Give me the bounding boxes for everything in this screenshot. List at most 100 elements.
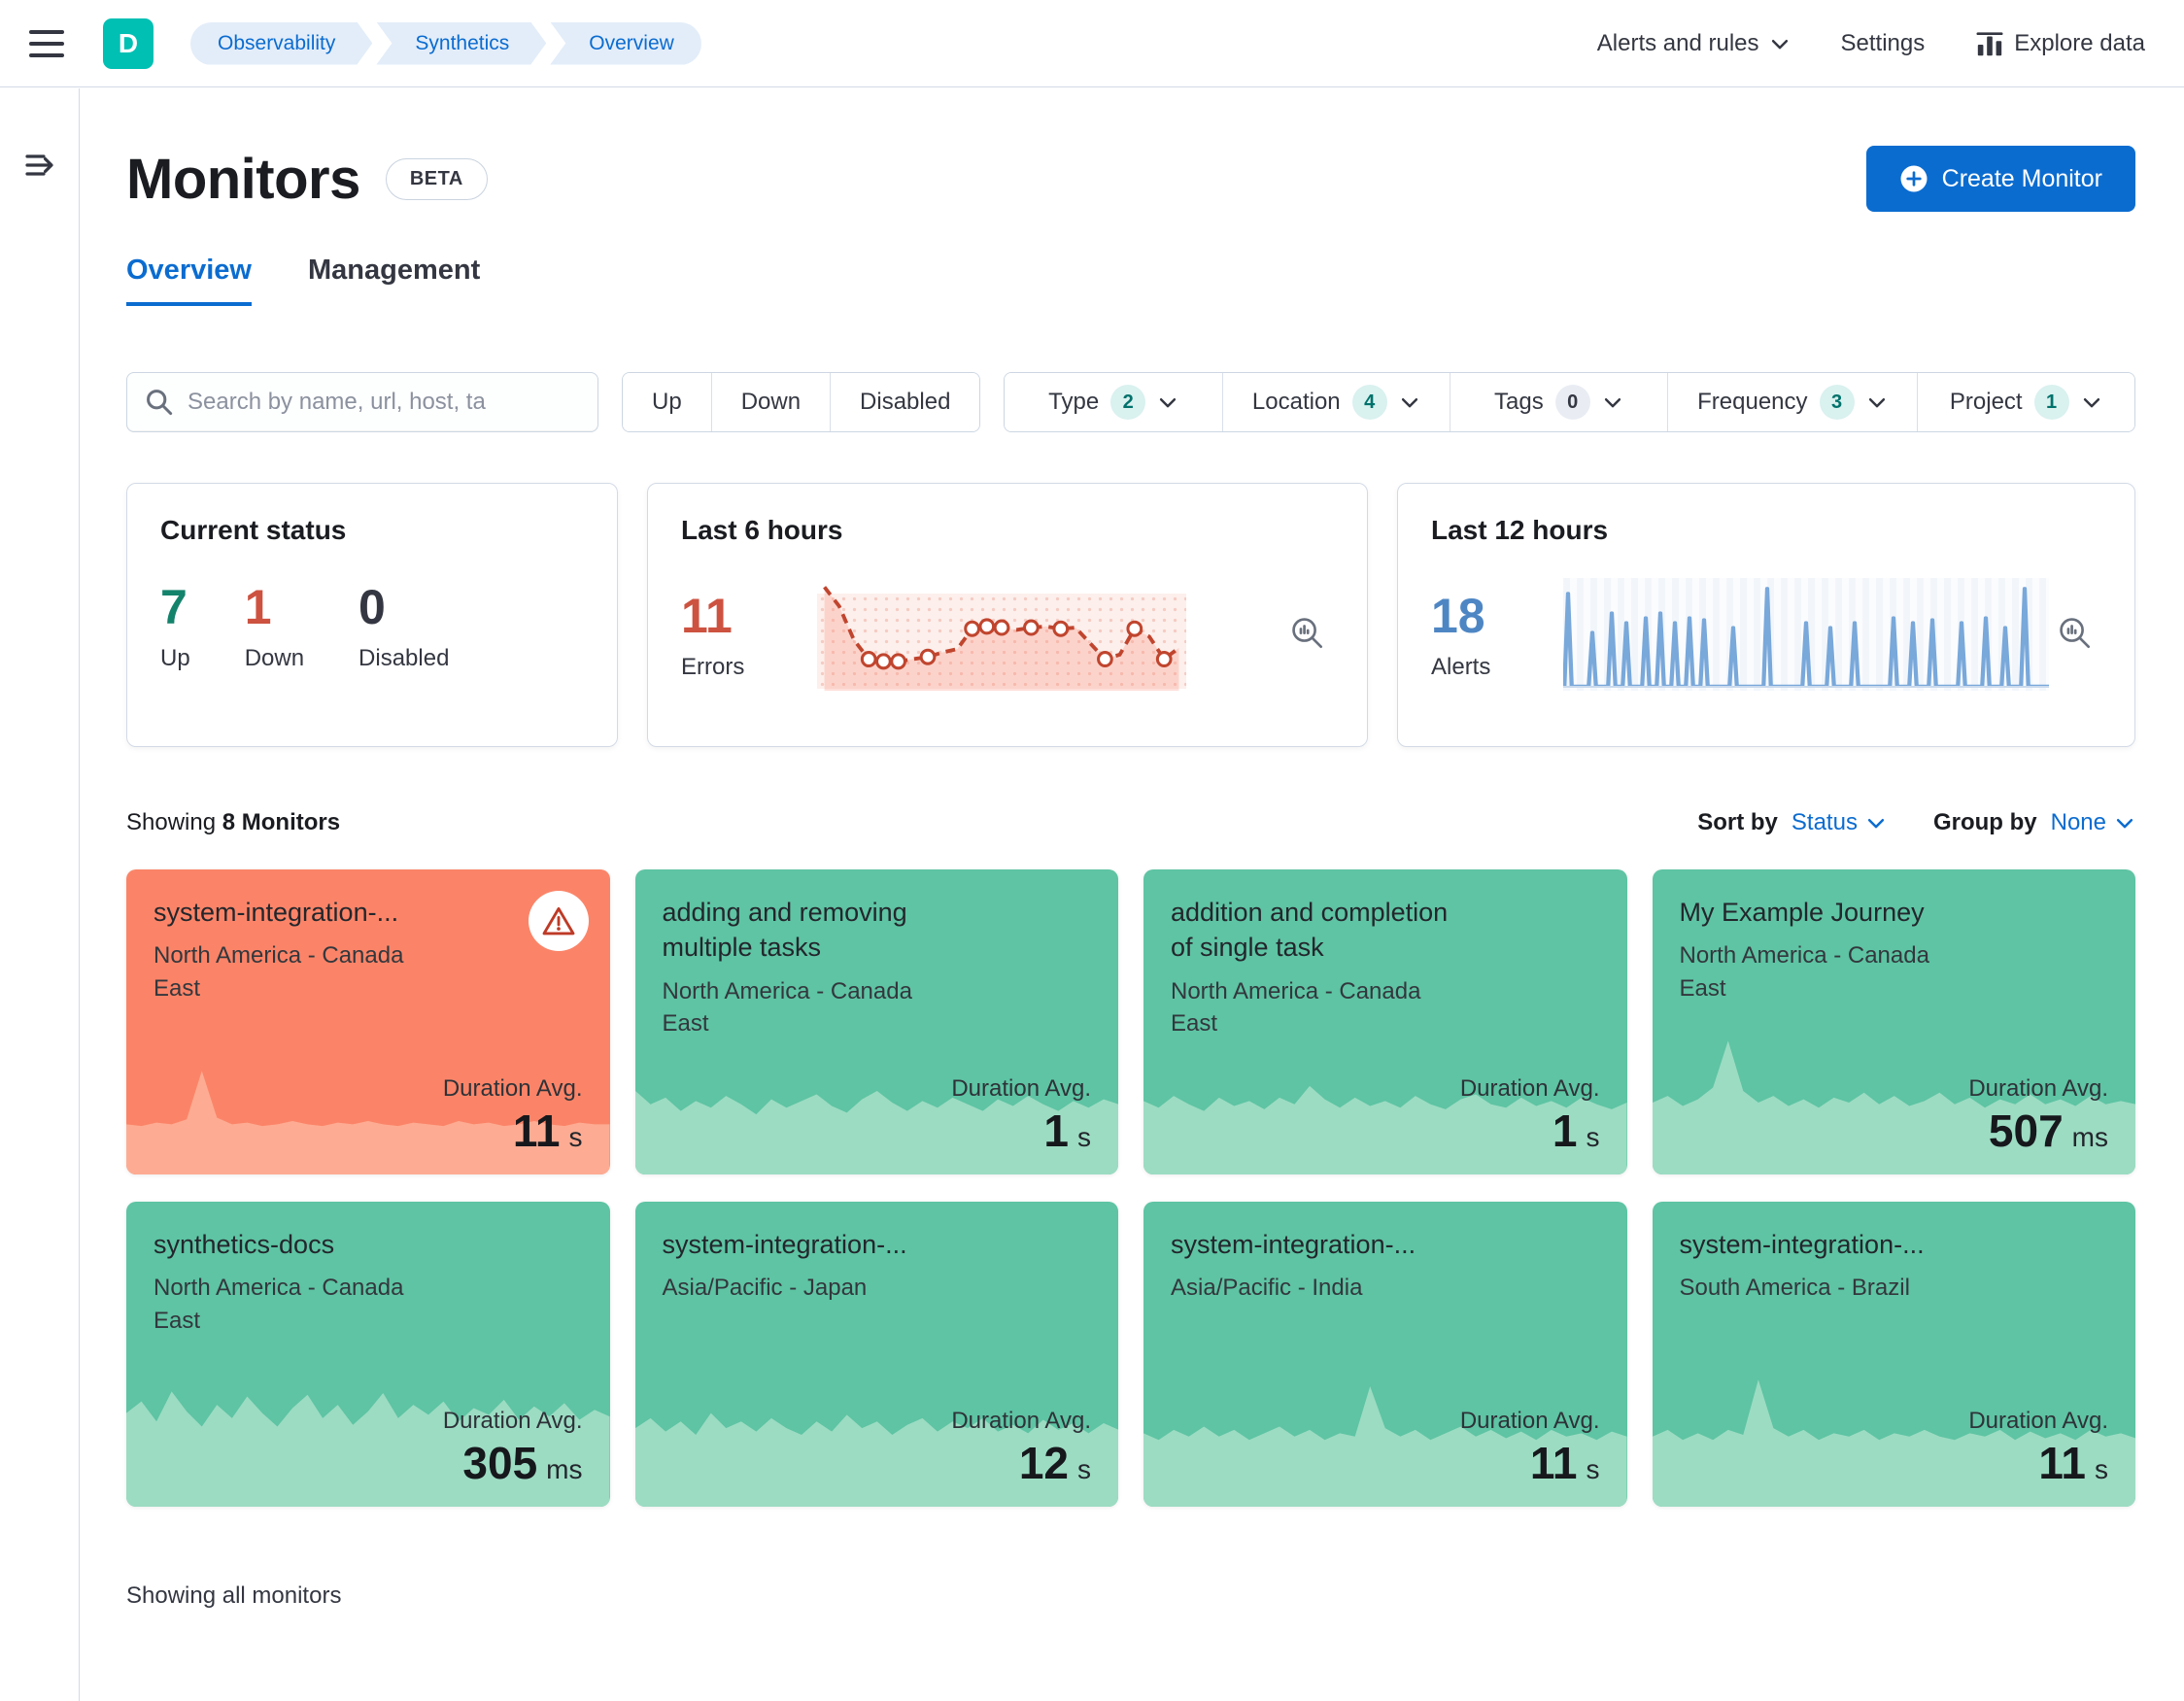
duration-value: 1 [1043,1106,1069,1156]
search-input[interactable] [188,389,580,416]
disabled-count: 0 [358,580,386,634]
alerts-chart-svg [1563,587,2049,689]
inspect-errors-button[interactable] [1281,607,1334,663]
monitor-card[interactable]: adding and removing multiple tasks North… [634,869,1118,1174]
filter-tags-dropdown[interactable]: Tags 0 [1450,373,1669,431]
monitor-grid: system-integration-... North America - C… [126,869,2135,1507]
monitor-card[interactable]: addition and completion of single task N… [1143,869,1627,1174]
last-12-hours-panel: Last 12 hours 18 Alerts [1397,483,2135,747]
filter-up-button[interactable]: Up [623,373,712,431]
duration-unit: s [1077,1122,1091,1152]
monitor-card[interactable]: system-integration-... Asia/Pacific - Ja… [634,1202,1118,1507]
sort-by-select[interactable]: Status [1792,809,1887,836]
duration-unit: s [1586,1122,1600,1152]
monitor-name: system-integration-... [1171,1230,1416,1259]
chevron-down-icon [1771,39,1788,49]
panel-title: Current status [160,515,347,545]
breadcrumb-overview[interactable]: Overview [550,21,701,65]
inspect-icon [1292,617,1323,648]
monitor-name: synthetics-docs [154,1230,335,1259]
global-header: D Observability Synthetics Overview Aler… [0,0,2184,87]
duration-block: Duration Avg. 11 s [1968,1408,2108,1489]
duration-value: 305 [462,1438,538,1488]
filter-type-dropdown[interactable]: Type 2 [1005,373,1223,431]
tab-overview[interactable]: Overview [126,255,252,306]
filter-frequency-dropdown[interactable]: Frequency 3 [1668,373,1918,431]
create-monitor-button[interactable]: Create Monitor [1865,146,2135,212]
down-count: 1 [244,580,272,634]
monitor-name: addition and completion of single task [1171,898,1449,963]
sort-by-control: Sort by Status [1697,809,1887,836]
monitor-card[interactable]: My Example Journey North America - Canad… [1652,869,2135,1174]
count-badge: 1 [2033,385,2069,420]
duration-value: 12 [1018,1438,1069,1488]
breadcrumb-synthetics[interactable]: Synthetics [376,22,546,65]
bar-chart-icon [1976,31,2003,55]
chevron-down-icon [1604,398,1621,408]
filter-disabled-button[interactable]: Disabled [831,373,980,431]
current-status-panel: Current status 7 Up 1 Down 0 Disabled [126,483,618,747]
duration-block: Duration Avg. 12 s [951,1408,1091,1489]
panel-title: Last 6 hours [681,515,843,545]
up-count: 7 [160,580,188,634]
group-by-select[interactable]: None [2051,809,2135,836]
monitor-card[interactable]: system-integration-... Asia/Pacific - In… [1143,1202,1627,1507]
duration-block: Duration Avg. 305 ms [443,1408,583,1489]
monitor-name: system-integration-... [1679,1230,1925,1259]
duration-label: Duration Avg. [442,1408,583,1434]
errors-count: 11 [681,589,733,643]
duration-unit: s [2095,1454,2108,1484]
count-badge: 0 [1554,385,1590,420]
space-avatar[interactable]: D [103,17,154,69]
count-badge: 2 [1110,385,1146,420]
duration-label: Duration Avg. [1459,1408,1600,1434]
duration-label: Duration Avg. [951,1075,1091,1102]
duration-label: Duration Avg. [1968,1408,2108,1434]
tab-management[interactable]: Management [308,255,480,306]
monitor-name: system-integration-... [154,898,399,927]
monitor-card[interactable]: system-integration-... North America - C… [126,869,610,1174]
filter-down-button[interactable]: Down [711,373,832,431]
duration-block: Duration Avg. 11 s [1460,1408,1600,1489]
status-down-stat: 1 Down [244,580,305,671]
explore-data-link[interactable]: Explore data [1975,29,2145,58]
plus-circle-icon [1900,165,1928,192]
count-badge: 4 [1351,385,1387,420]
last-6-hours-panel: Last 6 hours 11 Errors [647,483,1368,747]
duration-value: 507 [1988,1106,2064,1156]
duration-block: Duration Avg. 1 s [1460,1075,1600,1157]
duration-value: 11 [2038,1438,2086,1488]
inspect-alerts-button[interactable] [2049,607,2101,663]
monitor-location: North America - Canada East [1171,977,1421,1038]
collapsed-nav-rail [0,88,80,1701]
search-icon [147,390,173,416]
settings-link[interactable]: Settings [1841,30,1926,57]
status-disabled-stat: 0 Disabled [358,580,450,671]
monitor-location: Asia/Pacific - Japan [662,1275,868,1302]
duration-value: 11 [1529,1438,1578,1488]
breadcrumb: Observability Synthetics Overview [190,21,705,65]
alerts-stat: 18 Alerts [1431,588,1557,681]
breadcrumb-observability[interactable]: Observability [190,22,372,65]
duration-label: Duration Avg. [1459,1075,1600,1102]
monitor-location: North America - Canada East [154,942,404,1003]
filter-location-dropdown[interactable]: Location 4 [1222,373,1450,431]
filter-project-dropdown[interactable]: Project 1 [1917,373,2134,431]
alerts-and-rules-menu[interactable]: Alerts and rules [1597,30,1791,57]
duration-block: Duration Avg. 11 s [443,1075,583,1157]
beta-badge: BETA [385,157,488,200]
monitor-location: South America - Brazil [1679,1275,1910,1302]
menu-icon[interactable] [29,21,74,66]
monitor-card[interactable]: synthetics-docs North America - Canada E… [126,1202,610,1507]
duration-unit: s [1586,1454,1600,1484]
chevron-down-icon [2083,398,2099,408]
attribute-filter-group: Type 2 Location 4 Tags 0 Frequency 3 Pro… [1004,372,2135,432]
duration-unit: s [1077,1454,1091,1484]
monitor-list-header: Showing 8 Monitors Sort by Status Group … [126,809,2135,836]
monitor-card[interactable]: system-integration-... South America - B… [1652,1202,2135,1507]
monitor-location: Asia/Pacific - India [1171,1275,1363,1302]
showing-count-text: Showing 8 Monitors [126,809,341,835]
expand-sidebar-button[interactable] [17,143,63,189]
status-filter-group: Up Down Disabled [622,372,981,432]
chevron-down-icon [1160,398,1177,408]
